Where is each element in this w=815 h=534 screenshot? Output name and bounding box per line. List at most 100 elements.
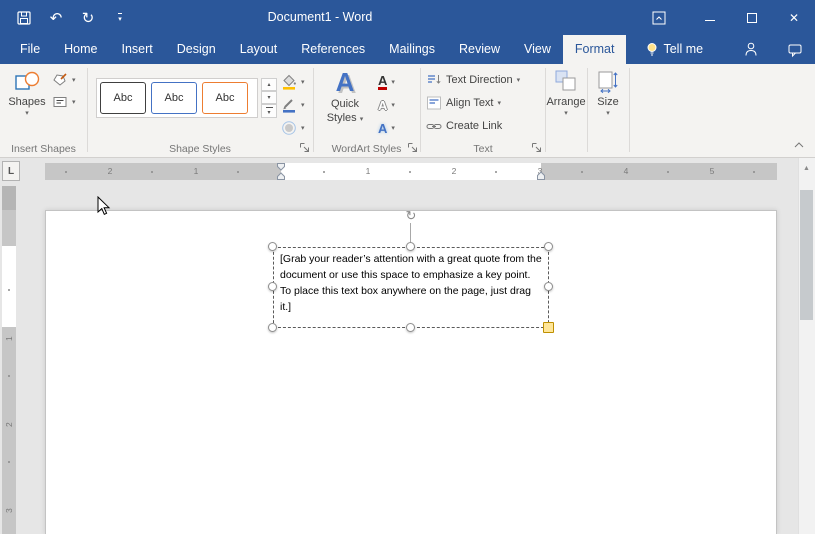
- ruler-number: 2: [450, 166, 458, 176]
- ruler-number: 2: [106, 166, 114, 176]
- shape-style-option-3[interactable]: Abc: [202, 82, 248, 114]
- dialog-launcher-icon: [407, 142, 419, 154]
- selected-text-box[interactable]: [Grab your reader’s attention with a gre…: [273, 247, 549, 328]
- gallery-down-icon: ▾: [267, 94, 270, 101]
- indent-markers[interactable]: [275, 163, 287, 180]
- shape-fill-button[interactable]: ▾: [281, 72, 305, 92]
- wordart-styles-dialog-launcher[interactable]: [407, 142, 419, 154]
- document-page[interactable]: ↻ [Grab your reader’s attention with a g…: [45, 210, 777, 534]
- dialog-launcher-icon: [531, 142, 543, 154]
- tab-view[interactable]: View: [512, 35, 563, 64]
- resize-handle-bottom-middle[interactable]: [406, 323, 415, 332]
- gallery-more-button[interactable]: ▾: [261, 104, 277, 118]
- group-divider: [629, 68, 630, 152]
- create-link-button[interactable]: Create Link: [426, 116, 502, 136]
- size-icon: [596, 68, 620, 94]
- edit-shape-button[interactable]: ▾: [52, 70, 76, 90]
- scrollbar-up-arrow[interactable]: ▲: [798, 162, 815, 176]
- chevron-down-icon: ▾: [360, 116, 364, 123]
- maximize-icon: [746, 12, 758, 24]
- gallery-more-icon: [266, 107, 273, 108]
- text-direction-icon: [426, 72, 442, 88]
- right-indent-marker[interactable]: [535, 171, 547, 180]
- resize-handle-top-left[interactable]: [268, 242, 277, 251]
- tab-tell-me[interactable]: Tell me: [634, 35, 715, 64]
- ruler-number: 3: [4, 505, 14, 513]
- draw-text-box-icon: [52, 94, 68, 110]
- tab-home[interactable]: Home: [52, 35, 109, 64]
- tab-insert[interactable]: Insert: [110, 35, 165, 64]
- gallery-scroll-up-button[interactable]: ▴: [261, 78, 277, 91]
- resize-handle-top-middle[interactable]: [406, 242, 415, 251]
- group-divider: [313, 68, 314, 152]
- text-outline-button[interactable]: A ▾: [378, 95, 395, 115]
- chevron-down-icon: ▾: [391, 125, 395, 132]
- ruler-text-area: [281, 163, 541, 180]
- shape-style-option-1[interactable]: Abc: [100, 82, 146, 114]
- word-window: ↶ ↻ ▾ Document1 - Word ✕ File Home Inser…: [0, 0, 815, 534]
- draw-text-box-button[interactable]: ▾: [52, 92, 76, 112]
- text-effects-button[interactable]: A ▾: [378, 118, 395, 138]
- tab-design[interactable]: Design: [165, 35, 228, 64]
- chevron-down-icon: ▾: [498, 100, 502, 107]
- person-icon[interactable]: [743, 41, 759, 58]
- chevron-up-icon: [793, 141, 805, 149]
- chevron-down-icon: ▾: [517, 77, 521, 84]
- ribbon-tab-row: File Home Insert Design Layout Reference…: [0, 35, 815, 64]
- resize-handle-bottom-left[interactable]: [268, 323, 277, 332]
- group-label-insert-shapes: Insert Shapes: [0, 143, 87, 155]
- ruler-number: 4: [622, 166, 630, 176]
- text-effects-icon: A: [378, 122, 387, 135]
- text-fill-button[interactable]: A ▾: [378, 72, 395, 92]
- chevron-down-icon: ▾: [391, 102, 395, 109]
- ruler-text-area-vertical: [2, 246, 16, 327]
- quick-styles-button[interactable]: A Quick Styles ▾: [318, 68, 372, 142]
- tab-format[interactable]: Format: [563, 35, 627, 64]
- group-label-text: Text: [421, 143, 545, 155]
- align-text-button[interactable]: Align Text ▾: [426, 93, 501, 113]
- shape-outline-button[interactable]: ▾: [281, 95, 305, 115]
- collapse-ribbon-button[interactable]: [793, 137, 805, 152]
- tab-review[interactable]: Review: [447, 35, 512, 64]
- text-box-text: [Grab your reader’s attention with a gre…: [280, 251, 542, 315]
- rotation-handle[interactable]: ↻: [403, 208, 419, 224]
- minimize-button[interactable]: [689, 0, 731, 35]
- shape-style-option-2[interactable]: Abc: [151, 82, 197, 114]
- chevron-down-icon: ▾: [72, 99, 76, 106]
- shapes-icon: [14, 68, 40, 94]
- horizontal-ruler: 2 1 1 2 3 4 5: [45, 163, 777, 180]
- resize-handle-bottom-right[interactable]: [543, 322, 554, 333]
- ribbon-format-tab: Shapes ▾ ▾ ▾ Insert Shapes Abc Abc Abc ▴…: [0, 64, 815, 158]
- chevron-down-icon: ▾: [564, 110, 568, 117]
- shape-effects-button[interactable]: ▾: [281, 118, 305, 138]
- shape-styles-dialog-launcher[interactable]: [299, 142, 311, 154]
- arrange-button[interactable]: Arrange ▾: [547, 68, 585, 142]
- ribbon-display-options-button[interactable]: [643, 0, 675, 35]
- tab-references[interactable]: References: [289, 35, 377, 64]
- align-text-icon: [426, 95, 442, 111]
- shape-outline-icon: [281, 97, 297, 113]
- mouse-cursor: [97, 196, 111, 216]
- resize-handle-middle-right[interactable]: [544, 282, 553, 291]
- tab-layout[interactable]: Layout: [228, 35, 290, 64]
- shapes-button[interactable]: Shapes ▾: [4, 68, 50, 142]
- maximize-button[interactable]: [731, 0, 773, 35]
- tab-mailings[interactable]: Mailings: [377, 35, 447, 64]
- resize-handle-middle-left[interactable]: [268, 282, 277, 291]
- scrollbar-thumb[interactable]: [800, 190, 813, 320]
- group-divider: [420, 68, 421, 152]
- text-dialog-launcher[interactable]: [531, 142, 543, 154]
- text-direction-button[interactable]: Text Direction ▾: [426, 70, 520, 90]
- close-button[interactable]: ✕: [773, 0, 815, 35]
- resize-handle-top-right[interactable]: [544, 242, 553, 251]
- account-area: [743, 35, 803, 64]
- chevron-down-icon: ▾: [301, 79, 305, 86]
- tab-stop-selector[interactable]: L: [2, 161, 20, 181]
- tab-file[interactable]: File: [8, 35, 52, 64]
- size-button[interactable]: Size ▾: [589, 68, 627, 142]
- shape-effects-icon: [281, 120, 297, 136]
- group-label-shape-styles: Shape Styles: [88, 143, 312, 155]
- gallery-scroll-down-button[interactable]: ▾: [261, 91, 277, 104]
- comment-icon[interactable]: [787, 42, 803, 58]
- window-title: Document1 - Word: [0, 0, 640, 35]
